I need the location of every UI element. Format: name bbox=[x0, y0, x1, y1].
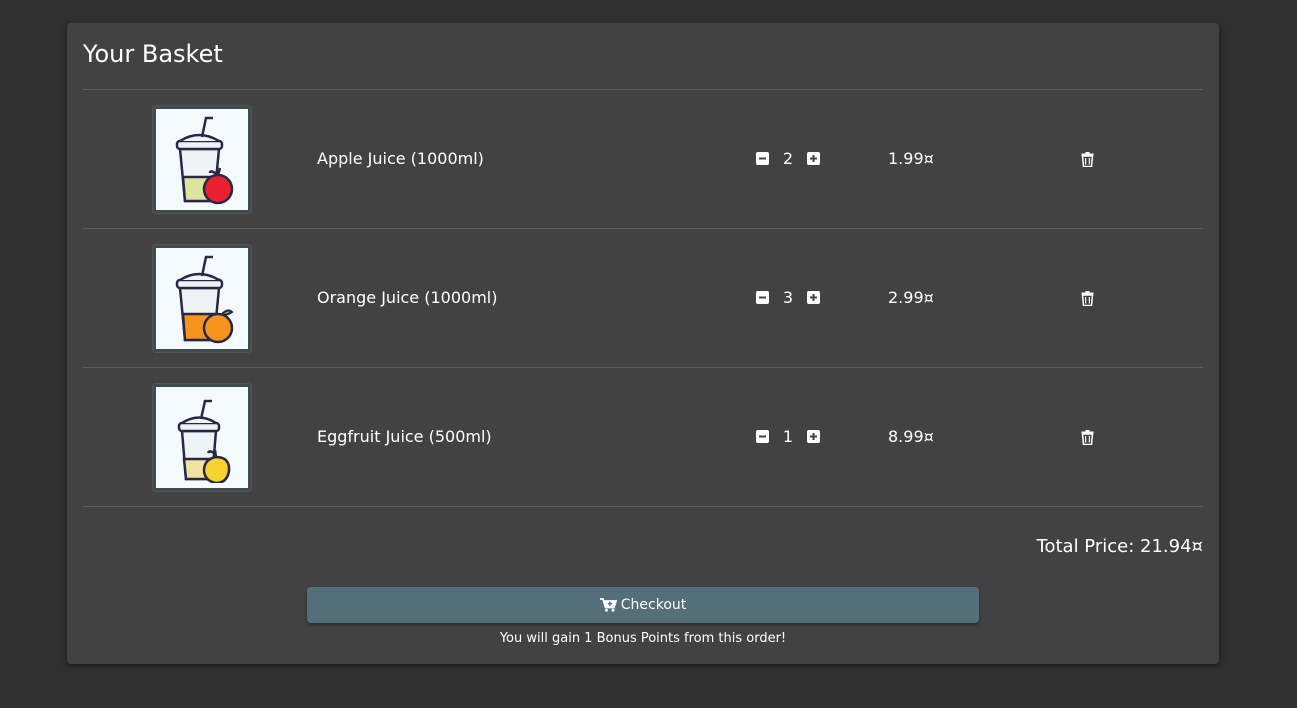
checkout-button[interactable]: Checkout bbox=[307, 587, 979, 623]
total-price: Total Price: 21.94¤ bbox=[1036, 536, 1203, 557]
quantity-stepper: 3 bbox=[756, 288, 820, 307]
eggfruit-juice-icon bbox=[177, 399, 231, 483]
item-name: Orange Juice (1000ml) bbox=[317, 288, 498, 307]
bonus-points-text: You will gain 1 Bonus Points from this o… bbox=[499, 631, 787, 646]
quantity-value: 1 bbox=[782, 427, 794, 446]
quantity-stepper: 2 bbox=[756, 149, 820, 168]
item-name: Eggfruit Juice (500ml) bbox=[317, 427, 492, 446]
orange-juice-icon bbox=[175, 255, 234, 343]
product-image bbox=[152, 105, 252, 214]
plus-icon[interactable] bbox=[807, 291, 820, 304]
item-price: 2.99¤ bbox=[888, 288, 934, 307]
product-image bbox=[152, 383, 252, 492]
basket-item-row: Orange Juice (1000ml) 3 2.99¤ bbox=[83, 229, 1203, 368]
trash-icon[interactable] bbox=[1081, 430, 1094, 445]
apple-juice-icon bbox=[175, 116, 234, 204]
basket-item-row: Eggfruit Juice (500ml) 1 8.99¤ bbox=[83, 368, 1203, 507]
minus-icon[interactable] bbox=[756, 430, 769, 443]
trash-icon[interactable] bbox=[1081, 152, 1094, 167]
basket-item-list: Apple Juice (1000ml) 2 1.99¤ Orange Juic… bbox=[83, 89, 1203, 507]
item-name: Apple Juice (1000ml) bbox=[317, 149, 484, 168]
quantity-value: 2 bbox=[782, 149, 794, 168]
item-price: 8.99¤ bbox=[888, 427, 934, 446]
page-title: Your Basket bbox=[83, 40, 223, 68]
product-image bbox=[152, 244, 252, 353]
checkout-label: Checkout bbox=[620, 597, 687, 613]
trash-icon[interactable] bbox=[1081, 291, 1094, 306]
quantity-stepper: 1 bbox=[756, 427, 820, 446]
plus-icon[interactable] bbox=[807, 152, 820, 165]
basket-item-row: Apple Juice (1000ml) 2 1.99¤ bbox=[83, 90, 1203, 229]
item-price: 1.99¤ bbox=[888, 149, 934, 168]
basket-card: Your Basket Apple Juice (1000ml) 2 1.99¤… bbox=[67, 23, 1219, 664]
plus-icon[interactable] bbox=[807, 430, 820, 443]
quantity-value: 3 bbox=[782, 288, 794, 307]
minus-icon[interactable] bbox=[756, 291, 769, 304]
cart-icon bbox=[599, 598, 617, 612]
minus-icon[interactable] bbox=[756, 152, 769, 165]
